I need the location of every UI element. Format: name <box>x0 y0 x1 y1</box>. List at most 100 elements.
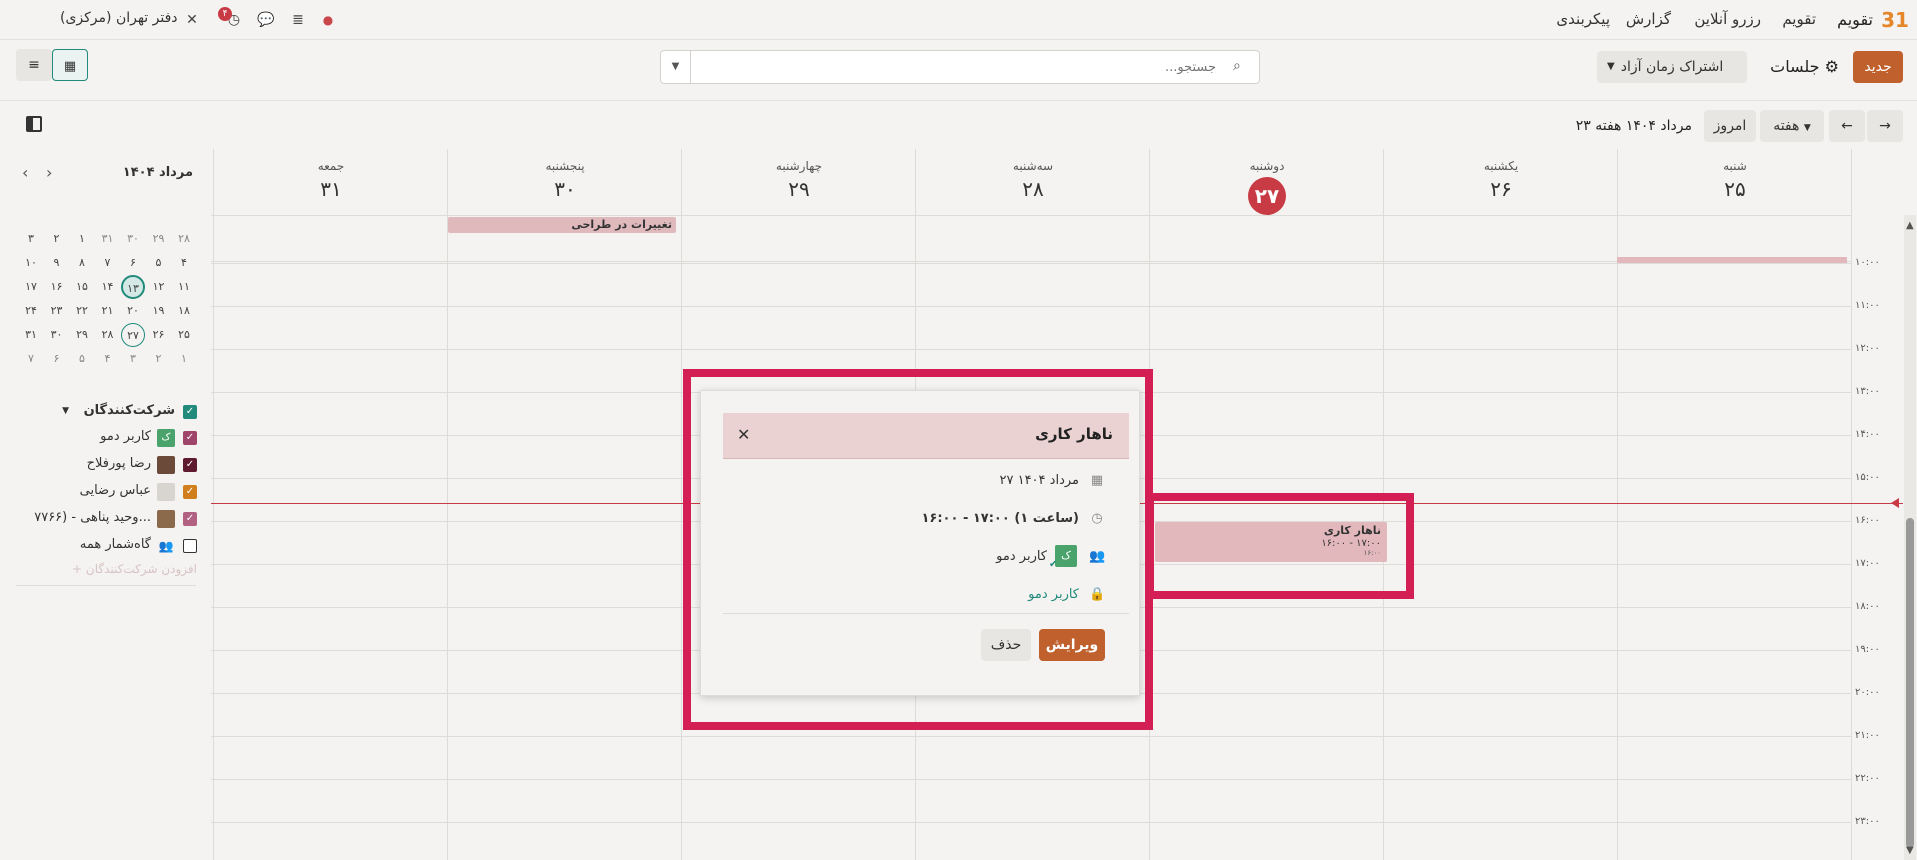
mini-calendar-day[interactable]: ۲۵ <box>172 323 196 347</box>
menu-reporting[interactable]: گزارش <box>1626 10 1671 28</box>
mini-calendar-day[interactable]: ۲۲ <box>70 299 94 323</box>
attendee-item[interactable]: ✓ وحید پناهی - (۷۷۶۶... <box>0 508 197 530</box>
mini-calendar-day[interactable]: ۴ <box>96 347 120 371</box>
mini-calendar-day[interactable]: ۲۷ <box>121 323 145 347</box>
scrollbar[interactable]: ▲ ▼ <box>1904 215 1916 860</box>
mini-calendar-day[interactable]: ۳۱ <box>96 227 120 251</box>
add-attendee-link[interactable]: + افزودن شرکت‌کنندگان <box>72 562 197 576</box>
mini-calendar-day[interactable]: ۸ <box>70 251 94 275</box>
app-name[interactable]: تقویم <box>1837 10 1873 29</box>
mini-calendar-day[interactable]: ۳۰ <box>45 323 69 347</box>
mini-calendar-day[interactable]: ۳ <box>121 347 145 371</box>
scale-dropdown[interactable]: هفته ▼ <box>1760 110 1824 142</box>
previous-button[interactable]: → <box>1867 110 1903 142</box>
mini-calendar-day[interactable]: ۲۱ <box>96 299 120 323</box>
mini-calendar-day[interactable]: ۶ <box>121 251 145 275</box>
company-switcher[interactable]: دفتر تهران (مرکزی) <box>60 10 178 26</box>
mini-calendar-day[interactable]: ۱۵ <box>70 275 94 299</box>
attendee-item[interactable]: ✓ رضا پورفلاح <box>0 454 197 476</box>
mini-calendar-day[interactable]: ۲۸ <box>96 323 120 347</box>
event-partial[interactable] <box>1617 257 1847 263</box>
attendee-checkbox[interactable]: ✓ <box>183 512 197 526</box>
caret-down-icon[interactable]: ▼ <box>1607 51 1615 83</box>
status-dot-icon[interactable]: ● <box>318 10 338 30</box>
mini-calendar-day[interactable]: ۲ <box>45 227 69 251</box>
mini-calendar-day[interactable]: ۳ <box>19 227 43 251</box>
attendees-label[interactable]: شرکت‌کنندگان <box>84 403 175 418</box>
day-column[interactable]: یکشنبه ۲۶ <box>1383 149 1617 860</box>
attendee-item[interactable]: 👥 گاه‌شمار همه <box>0 535 197 557</box>
mini-calendar-day[interactable]: ۳۱ <box>19 323 43 347</box>
scrollbar-thumb[interactable] <box>1906 518 1914 848</box>
attendee-checkbox[interactable]: ✓ <box>183 458 197 472</box>
day-column[interactable]: شنبه ۲۵ <box>1617 149 1851 860</box>
tools-icon[interactable]: ✕ <box>182 10 202 30</box>
mini-calendar-day[interactable]: ۱ <box>70 227 94 251</box>
mini-calendar-day[interactable]: ۱۹ <box>147 299 171 323</box>
attendee-item[interactable]: ✓ ک کاربر دمو <box>0 427 197 449</box>
mini-calendar-day[interactable]: ۲۹ <box>147 227 171 251</box>
attendee-item[interactable]: ✓ عباس رضایی <box>0 481 197 503</box>
attendee-checkbox[interactable]: ✓ <box>183 485 197 499</box>
menu-calendar[interactable]: تقویم <box>1782 10 1816 28</box>
caret-down-icon[interactable]: ▼ <box>62 406 69 416</box>
mini-calendar-day[interactable]: ۱۸ <box>172 299 196 323</box>
share-availability-button[interactable]: اشتراک زمان آزاد ▼ <box>1597 51 1747 83</box>
mini-calendar-day[interactable]: ۲۰ <box>121 299 145 323</box>
allday-event[interactable]: تغییرات در طراحی <box>448 217 676 233</box>
chevron-right-icon[interactable]: › <box>46 163 52 182</box>
mini-calendar-day[interactable]: ۱۶ <box>45 275 69 299</box>
search-input[interactable] <box>691 51 1216 83</box>
mini-calendar-day[interactable]: ۴ <box>172 251 196 275</box>
mini-calendar-day[interactable]: ۱۱ <box>172 275 196 299</box>
chevron-left-icon[interactable]: ‹ <box>22 163 28 182</box>
day-header[interactable]: چهارشنبه ۲۹ <box>682 149 916 215</box>
list-icon[interactable]: ≣ <box>288 10 308 30</box>
day-header[interactable]: سه‌شنبه ۲۸ <box>916 149 1150 215</box>
mini-calendar-day[interactable]: ۷ <box>19 347 43 371</box>
chat-icon[interactable]: 💬 <box>256 10 276 30</box>
list-view-button[interactable]: ≡ <box>16 49 52 81</box>
mini-calendar-day[interactable]: ۲۸ <box>172 227 196 251</box>
mini-calendar-day[interactable]: ۵ <box>147 251 171 275</box>
mini-calendar-day[interactable]: ۲ <box>147 347 171 371</box>
mini-calendar-day[interactable]: ۱۲ <box>147 275 171 299</box>
menu-online-booking[interactable]: رزرو آنلاین <box>1694 10 1761 28</box>
scroll-down-icon[interactable]: ▼ <box>1906 845 1914 856</box>
mini-calendar-day[interactable]: ۱۷ <box>19 275 43 299</box>
day-column[interactable]: پنجشنبه ۳۰ <box>447 149 681 860</box>
mini-calendar-day[interactable]: ۱ <box>172 347 196 371</box>
day-header[interactable]: یکشنبه ۲۶ <box>1384 149 1618 215</box>
sidebar-toggle-icon[interactable] <box>26 116 42 132</box>
scroll-up-icon[interactable]: ▲ <box>1906 220 1914 231</box>
menu-configuration[interactable]: پیکربندی <box>1556 10 1610 28</box>
day-header[interactable]: شنبه ۲۵ <box>1618 149 1852 215</box>
day-header[interactable]: جمعه ۳۱ <box>214 149 448 215</box>
mini-calendar-day[interactable]: ۱۴ <box>96 275 120 299</box>
app-logo-icon[interactable]: 31 <box>1881 6 1909 34</box>
search-options-toggle[interactable]: ▼ <box>661 51 691 83</box>
attendee-checkbox[interactable] <box>183 539 197 553</box>
mini-calendar-day[interactable]: ۲۳ <box>45 299 69 323</box>
new-button[interactable]: جدید <box>1853 51 1903 83</box>
mini-calendar-day[interactable]: ۹ <box>45 251 69 275</box>
mini-calendar-day[interactable]: ۲۹ <box>70 323 94 347</box>
mini-calendar-day[interactable]: ۳۰ <box>121 227 145 251</box>
gear-icon[interactable]: ⚙ <box>1825 57 1839 76</box>
day-header[interactable]: پنجشنبه ۳۰ <box>448 149 682 215</box>
attendees-checkbox[interactable]: ✓ <box>183 405 197 419</box>
day-header[interactable]: دوشنبه ۲۷ <box>1150 149 1384 215</box>
today-button[interactable]: امروز <box>1704 110 1756 142</box>
day-column[interactable]: جمعه ۳۱ <box>213 149 447 860</box>
mini-calendar-day[interactable]: ۵ <box>70 347 94 371</box>
mini-calendar-day[interactable]: ۱۳ <box>121 275 145 299</box>
mini-calendar-day[interactable]: ۲۶ <box>147 323 171 347</box>
mini-calendar-day[interactable]: ۲۴ <box>19 299 43 323</box>
mini-calendar-day[interactable]: ۷ <box>96 251 120 275</box>
breadcrumb-title[interactable]: جلسات <box>1770 57 1819 76</box>
search-icon[interactable]: ⌕ <box>1233 58 1251 76</box>
mini-calendar-day[interactable]: ۱۰ <box>19 251 43 275</box>
calendar-view-button[interactable]: ▦ <box>52 49 88 81</box>
attendee-checkbox[interactable]: ✓ <box>183 431 197 445</box>
next-button[interactable]: ← <box>1829 110 1865 142</box>
